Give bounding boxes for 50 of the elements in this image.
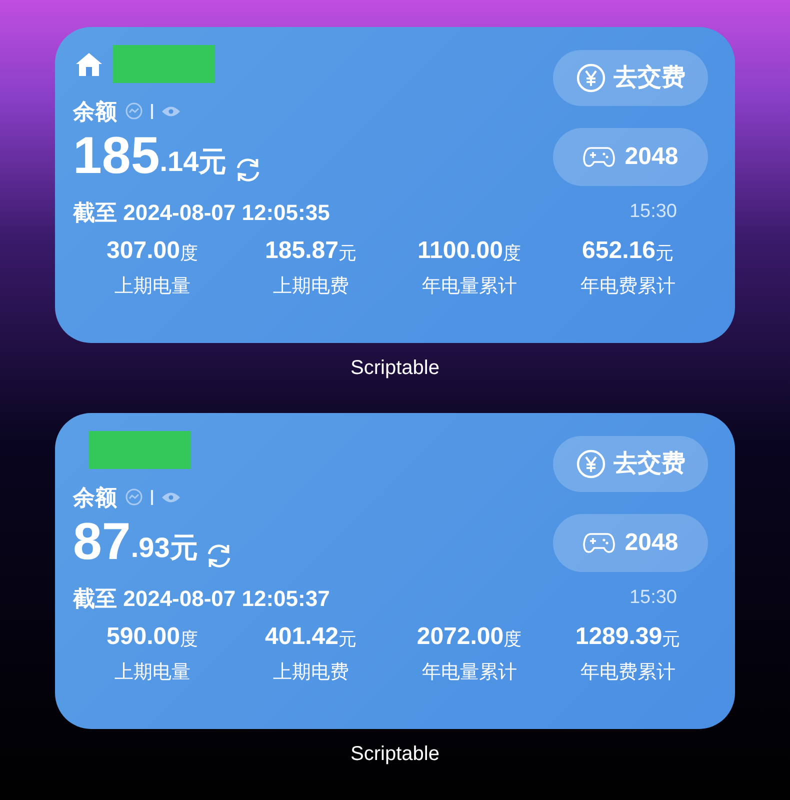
stat-unit: 度: [502, 242, 521, 265]
stat-label: 上期电量: [114, 661, 190, 685]
pay-button[interactable]: 去交费: [553, 436, 708, 492]
stat-label: 上期电费: [272, 661, 349, 685]
stat-unit: 度: [504, 628, 522, 651]
yen-icon: [576, 63, 606, 93]
balance-integer: 185: [73, 127, 160, 185]
stat-value: 307.00: [106, 236, 180, 266]
trend-icon: [125, 102, 143, 120]
balance-integer: 87: [73, 513, 131, 571]
balance-decimal: .93: [130, 531, 170, 565]
balance-decimal: .14: [160, 145, 199, 179]
timestamp-text: 截至 2024-08-07 12:05:35: [73, 199, 330, 227]
stat-label: 年电费累计: [580, 661, 676, 685]
currency-unit: 元: [198, 145, 227, 179]
stat-unit: 元: [338, 242, 356, 265]
stat-unit: 元: [338, 628, 356, 651]
stat-unit: 元: [662, 628, 680, 651]
yen-icon: [576, 449, 606, 479]
stat-label: 年电费累计: [580, 275, 676, 299]
app-name: Scriptable: [350, 356, 440, 381]
time-text: 15:30: [629, 586, 677, 610]
pay-button[interactable]: 去交费: [553, 50, 708, 106]
stat-unit: 度: [180, 242, 198, 265]
stat-value: 590.00: [106, 622, 180, 652]
app-name: Scriptable: [350, 742, 440, 767]
eye-icon[interactable]: [161, 104, 181, 118]
gamepad-icon: [582, 146, 615, 168]
stat-label: 上期电费: [272, 275, 349, 299]
time-text: 15:30: [629, 200, 677, 224]
gamepad-icon: [582, 532, 615, 554]
balance-label: 余额: [73, 484, 117, 512]
trend-icon: [125, 488, 143, 506]
stat-value: 185.87: [265, 236, 338, 266]
stat-label: 年电量累计: [422, 275, 517, 299]
currency-unit: 元: [170, 531, 198, 565]
stat-value: 1100.00: [418, 236, 503, 266]
stat-value: 2072.00: [416, 622, 504, 652]
stat-unit: 度: [180, 628, 198, 651]
balance-label: 余额: [73, 98, 117, 126]
stat-unit: 元: [655, 242, 674, 265]
stat-label: 上期电量: [114, 275, 190, 299]
timestamp-text: 截至 2024-08-07 12:05:37: [73, 585, 330, 613]
stat-label: 年电量累计: [422, 661, 517, 685]
stat-value: 652.16: [582, 236, 656, 266]
eye-icon[interactable]: [161, 490, 181, 504]
stat-value: 401.42: [265, 622, 338, 652]
game-button[interactable]: 2048: [553, 128, 708, 186]
game-button[interactable]: 2048: [553, 514, 708, 572]
stat-value: 1289.39: [575, 622, 662, 652]
